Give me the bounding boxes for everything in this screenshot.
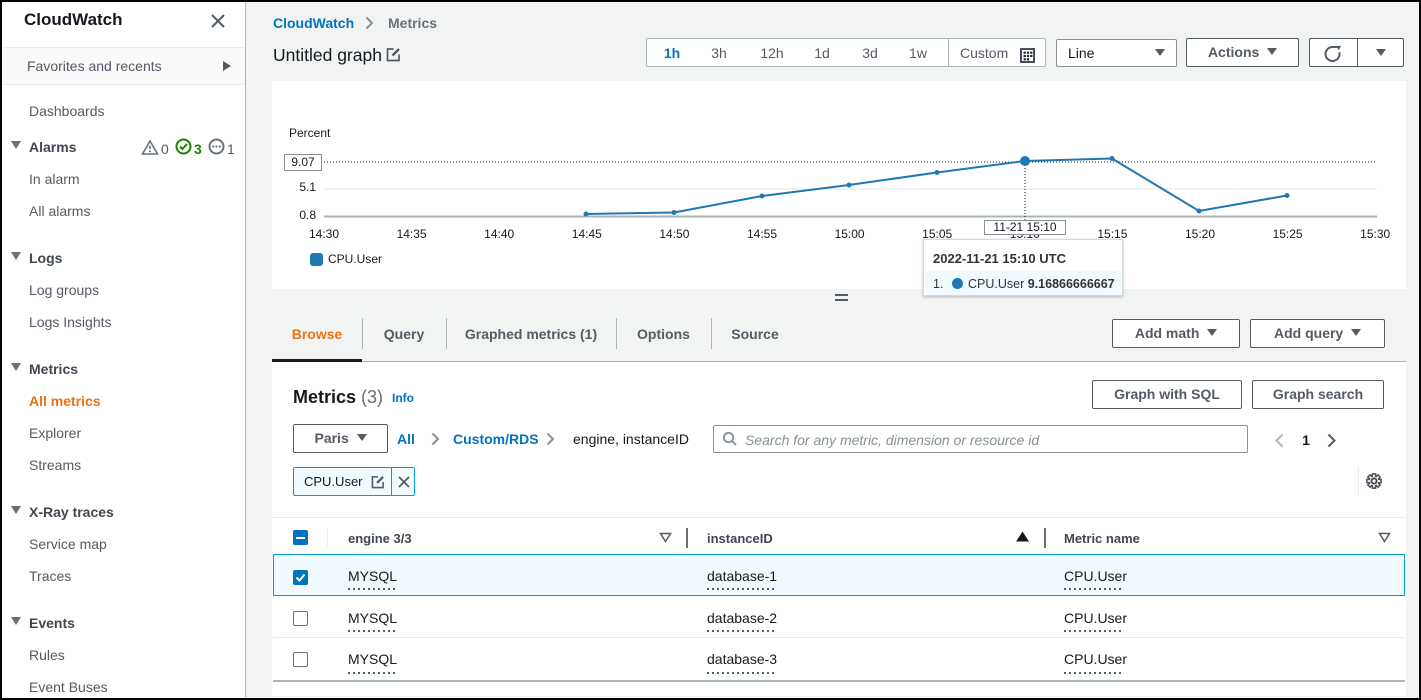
svg-text:0.8: 0.8 (299, 208, 316, 222)
svg-text:5.1: 5.1 (299, 180, 316, 194)
svg-text:14:40: 14:40 (484, 227, 514, 241)
svg-text:14:55: 14:55 (747, 227, 777, 241)
svg-text:14:45: 14:45 (572, 227, 602, 241)
svg-text:15:00: 15:00 (835, 227, 865, 241)
svg-text:14:30: 14:30 (309, 227, 339, 241)
svg-text:15:25: 15:25 (1273, 227, 1303, 241)
svg-text:15:30: 15:30 (1360, 227, 1390, 241)
svg-text:15:20: 15:20 (1185, 227, 1215, 241)
svg-text:CPU.User: CPU.User (328, 252, 382, 266)
svg-text:14:50: 14:50 (659, 227, 689, 241)
svg-text:14:35: 14:35 (397, 227, 427, 241)
